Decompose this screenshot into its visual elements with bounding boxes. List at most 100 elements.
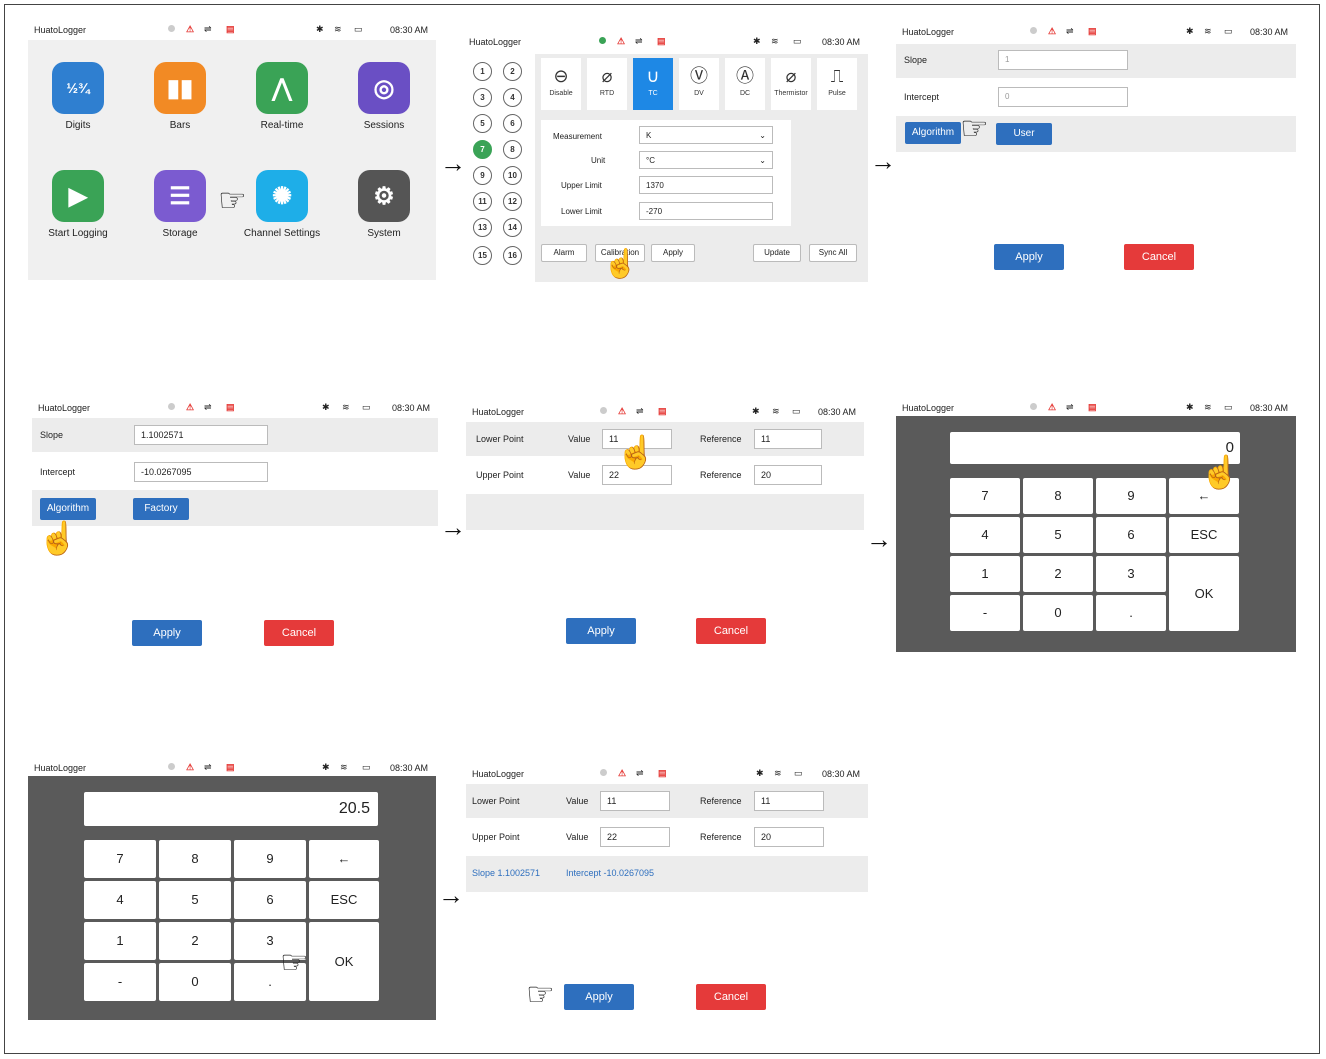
app-start-logging[interactable]: ▶ Start Logging: [48, 170, 108, 239]
channel-button[interactable]: 15: [473, 246, 492, 265]
key-9[interactable]: 9: [1096, 478, 1166, 514]
minus-key[interactable]: -: [950, 595, 1020, 631]
clock: 08:30 AM: [821, 37, 860, 47]
key-5[interactable]: 5: [1023, 517, 1093, 553]
key-8[interactable]: 8: [1023, 478, 1093, 514]
channel-button[interactable]: 6: [503, 114, 522, 133]
type-tc[interactable]: ∪ TC: [633, 58, 673, 110]
channel-button[interactable]: 14: [503, 218, 522, 237]
cancel-button[interactable]: Cancel: [264, 620, 334, 646]
alarm-button[interactable]: Alarm: [541, 244, 587, 262]
update-button[interactable]: Update: [753, 244, 801, 262]
intercept-input[interactable]: 0: [998, 87, 1128, 107]
unit-select[interactable]: °C ⌄: [639, 151, 773, 169]
channel-button[interactable]: 1: [473, 62, 492, 81]
type-thermistor[interactable]: ⌀ Thermistor: [771, 58, 811, 110]
type-pulse[interactable]: ⎍ Pulse: [817, 58, 857, 110]
apply-button[interactable]: Apply: [564, 984, 634, 1010]
numeric-keypad: 20.5 7 8 9 ← 4 5 6 ESC 1 2 3 OK - 0 . ☞: [28, 776, 436, 1020]
key-9[interactable]: 9: [234, 840, 306, 878]
channel-button[interactable]: 8: [503, 140, 522, 159]
wifi-icon: ≋: [774, 768, 782, 778]
type-disable[interactable]: ⊖ Disable: [541, 58, 581, 110]
upper-value-input[interactable]: 22: [600, 827, 670, 847]
channel-button[interactable]: 9: [473, 166, 492, 185]
apply-button[interactable]: Apply: [651, 244, 695, 262]
lower-limit-input[interactable]: -270: [639, 202, 773, 220]
apply-button[interactable]: Apply: [566, 618, 636, 644]
cancel-button[interactable]: Cancel: [696, 618, 766, 644]
type-dv[interactable]: Ⓥ DV: [679, 58, 719, 110]
cancel-button[interactable]: Cancel: [1124, 244, 1194, 270]
app-storage[interactable]: ☰ Storage: [150, 170, 210, 239]
key-6[interactable]: 6: [234, 881, 306, 919]
channel-button[interactable]: 3: [473, 88, 492, 107]
app-digits[interactable]: ½¾ Digits: [48, 62, 108, 131]
lower-reference-input[interactable]: 11: [754, 429, 822, 449]
key-6[interactable]: 6: [1096, 517, 1166, 553]
measurement-value: K: [646, 131, 652, 140]
type-rtd[interactable]: ⌀ RTD: [587, 58, 627, 110]
slope-input[interactable]: 1: [998, 50, 1128, 70]
info-row: [466, 494, 864, 530]
app-channel-settings[interactable]: ✺ Channel Settings: [244, 170, 320, 239]
lower-value-input[interactable]: 11: [600, 791, 670, 811]
app-bars[interactable]: ▮▮ Bars: [150, 62, 210, 131]
battery-icon: ▭: [1224, 402, 1233, 412]
key-1[interactable]: 1: [950, 556, 1020, 592]
user-button[interactable]: User: [996, 123, 1052, 145]
status-bar: HuatoLogger ⚠ ⇌ ▤ ✱ ≋ ▭ 08:30 AM: [32, 398, 438, 418]
flow-arrow: →: [870, 146, 896, 176]
type-dc[interactable]: Ⓐ DC: [725, 58, 765, 110]
upper-reference-input[interactable]: 20: [754, 465, 822, 485]
ok-key[interactable]: OK: [309, 922, 379, 1001]
app-sessions[interactable]: ◎ Sessions: [354, 62, 414, 131]
channel-button[interactable]: 12: [503, 192, 522, 211]
channel-button[interactable]: 13: [473, 218, 492, 237]
channel-button[interactable]: 11: [473, 192, 492, 211]
channel-button[interactable]: 16: [503, 246, 522, 265]
realtime-icon: ⋀: [256, 62, 308, 114]
key-0[interactable]: 0: [1023, 595, 1093, 631]
upper-limit-input[interactable]: 1370: [639, 176, 773, 194]
apply-button[interactable]: Apply: [994, 244, 1064, 270]
app-realtime[interactable]: ⋀ Real-time: [252, 62, 312, 131]
key-7[interactable]: 7: [84, 840, 156, 878]
backspace-key[interactable]: ←: [309, 840, 379, 878]
digits-icon: ½¾: [52, 62, 104, 114]
keypad-screen-filled: HuatoLogger ⚠ ⇌ ▤ ✱ ≋ ▭ 08:30 AM 20.5 7 …: [28, 758, 436, 1020]
factory-button[interactable]: Factory: [133, 498, 189, 520]
cancel-button[interactable]: Cancel: [696, 984, 766, 1010]
channel-button[interactable]: 10: [503, 166, 522, 185]
channel-button-selected[interactable]: 7: [473, 140, 492, 159]
key-1[interactable]: 1: [84, 922, 156, 960]
sync-all-button[interactable]: Sync All: [809, 244, 857, 262]
esc-key[interactable]: ESC: [309, 881, 379, 919]
record-icon: ▤: [226, 762, 235, 772]
key-4[interactable]: 4: [950, 517, 1020, 553]
measurement-select[interactable]: K ⌄: [639, 126, 773, 144]
intercept-input[interactable]: -10.0267095: [134, 462, 268, 482]
dot-key[interactable]: .: [1096, 595, 1166, 631]
lower-reference-input[interactable]: 11: [754, 791, 824, 811]
minus-key[interactable]: -: [84, 963, 156, 1001]
channel-button[interactable]: 5: [473, 114, 492, 133]
algorithm-button[interactable]: Algorithm: [905, 122, 961, 144]
key-2[interactable]: 2: [159, 922, 231, 960]
slope-input[interactable]: 1.1002571: [134, 425, 268, 445]
key-0[interactable]: 0: [159, 963, 231, 1001]
channel-button[interactable]: 2: [503, 62, 522, 81]
ok-key[interactable]: OK: [1169, 556, 1239, 631]
upper-reference-input[interactable]: 20: [754, 827, 824, 847]
key-3[interactable]: 3: [1096, 556, 1166, 592]
apply-button[interactable]: Apply: [132, 620, 202, 646]
key-2[interactable]: 2: [1023, 556, 1093, 592]
algorithm-button[interactable]: Algorithm: [40, 498, 96, 520]
app-system[interactable]: ⚙ System: [354, 170, 414, 239]
esc-key[interactable]: ESC: [1169, 517, 1239, 553]
key-7[interactable]: 7: [950, 478, 1020, 514]
key-8[interactable]: 8: [159, 840, 231, 878]
key-4[interactable]: 4: [84, 881, 156, 919]
channel-button[interactable]: 4: [503, 88, 522, 107]
key-5[interactable]: 5: [159, 881, 231, 919]
